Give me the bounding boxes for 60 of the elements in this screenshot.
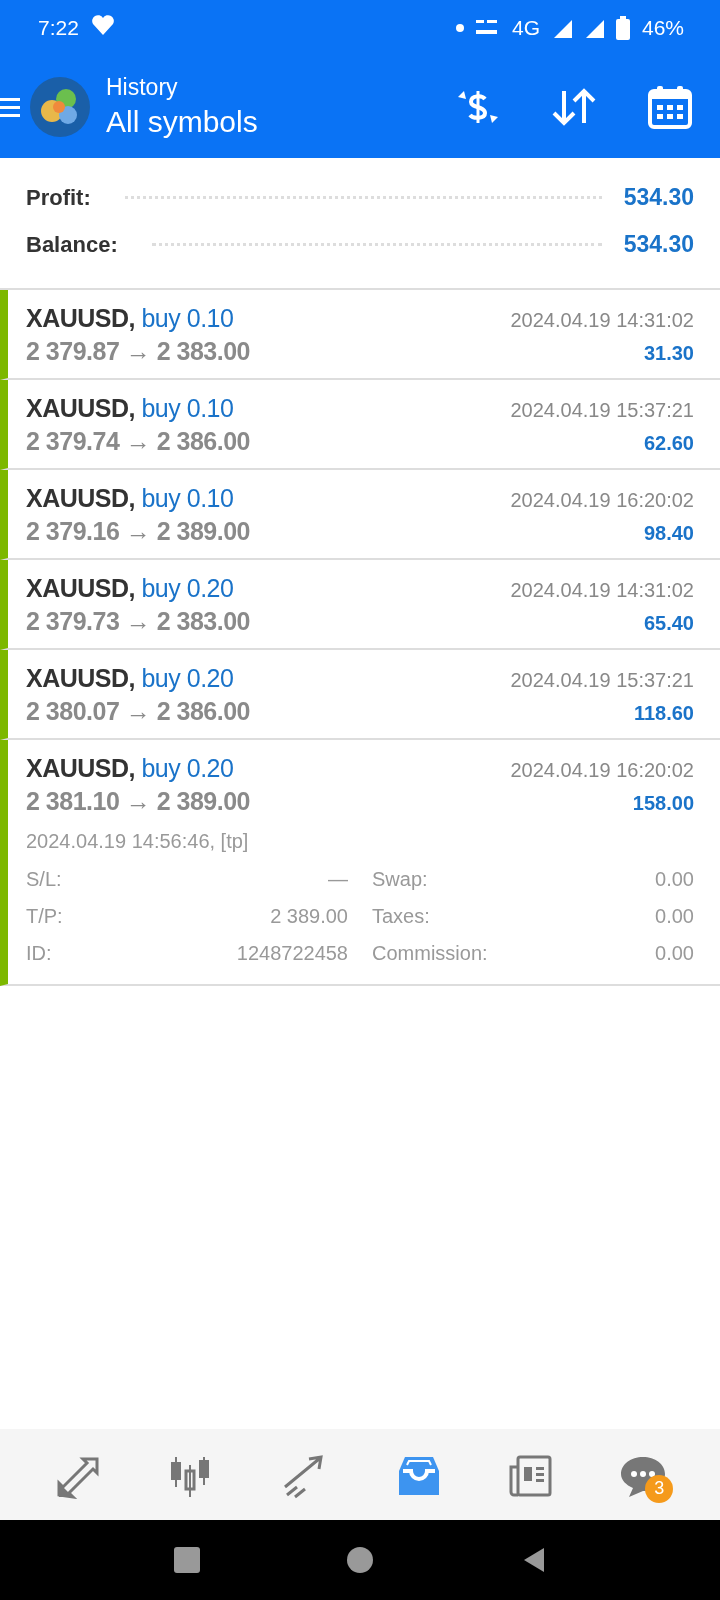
- menu-icon: [0, 95, 20, 118]
- deal-time: 2024.04.19 15:37:21: [510, 669, 694, 692]
- deal-time: 2024.04.19 14:31:02: [510, 579, 694, 602]
- deal-time: 2024.04.19 16:20:02: [510, 759, 694, 782]
- deal-row[interactable]: XAUUSD, buy 0.10 2024.04.19 16:20:02 2 379.16 → 2 389.00 98.40: [0, 470, 720, 560]
- detail-label: Taxes:: [372, 905, 430, 928]
- deal-profit: 31.30: [643, 342, 694, 365]
- detail-value: 0.00: [655, 905, 694, 928]
- detail-label: Commission:: [372, 942, 488, 965]
- deal-profit: 98.40: [643, 522, 694, 545]
- deal-title: XAUUSD, buy 0.10: [26, 484, 234, 513]
- deal-prices: 2 380.07 → 2 386.00: [26, 697, 251, 726]
- deal-title: XAUUSD, buy 0.20: [26, 664, 234, 693]
- detail-label: ID:: [26, 942, 52, 965]
- summary-label: Profit:: [26, 184, 91, 211]
- summary-value: 534.30: [623, 231, 694, 258]
- clock: 7:22: [38, 15, 79, 40]
- deal-profit: 65.40: [643, 612, 694, 635]
- detail-label: T/P:: [26, 905, 63, 928]
- detail-value: 0.00: [655, 942, 694, 965]
- deal-title: XAUUSD, buy 0.10: [26, 304, 234, 333]
- network-type: 4G: [511, 15, 540, 40]
- deal-title: XAUUSD, buy 0.10: [26, 394, 234, 423]
- symbol-filter[interactable]: All symbols: [106, 105, 454, 139]
- deal-time: 2024.04.19 15:37:21: [510, 399, 694, 422]
- deal-prices: 2 379.16 → 2 389.00: [26, 517, 251, 546]
- summary-label: Balance:: [26, 231, 118, 258]
- battery-icon: [615, 15, 630, 40]
- summary-value: 534.30: [623, 184, 694, 211]
- deal-prices: 2 381.10 → 2 389.00: [26, 787, 251, 816]
- deal-row[interactable]: XAUUSD, buy 0.10 2024.04.19 14:31:02 2 379.87 → 2 383.00 31.30: [0, 290, 720, 380]
- app-logo-icon: [30, 76, 90, 137]
- deal-title: XAUUSD, buy 0.20: [26, 574, 234, 603]
- deal-row[interactable]: XAUUSD, buy 0.10 2024.04.19 15:37:21 2 379.74 → 2 386.00 62.60: [0, 380, 720, 470]
- detail-label: Swap:: [372, 868, 428, 891]
- deal-prices: 2 379.73 → 2 383.00: [26, 607, 251, 636]
- deal-profit: 62.60: [643, 432, 694, 455]
- dot-icon: [455, 23, 464, 32]
- detail-label: S/L:: [26, 868, 62, 891]
- deal-title: XAUUSD, buy 0.20: [26, 754, 234, 783]
- deal-profit: 158.00: [632, 792, 694, 815]
- deal-time: 2024.04.19 16:20:02: [510, 489, 694, 512]
- detail-value: 2 389.00: [270, 905, 348, 928]
- detail-value: —: [328, 868, 348, 891]
- notification-badge: 3: [645, 1474, 674, 1503]
- deal-row[interactable]: XAUUSD, buy 0.20 2024.04.19 16:20:02 2 381.10 → 2 389.00 158.00 2024.04.19 14:56:46, [tp] S/L: — Swap: 0.00 T/P: 2 389.00 Taxes: 0.00 ID: 1248722458 Commission: 0.00: [0, 740, 720, 986]
- detail-value: 1248722458: [236, 942, 348, 965]
- deal-time: 2024.04.19 14:31:02: [510, 309, 694, 332]
- screen-title: History: [106, 74, 179, 101]
- deal-row[interactable]: XAUUSD, buy 0.20 2024.04.19 15:37:21 2 380.07 → 2 386.00 118.60: [0, 650, 720, 740]
- deal-prices: 2 379.87 → 2 383.00: [26, 337, 251, 366]
- heart-icon: [90, 14, 115, 36]
- battery-level: 46%: [641, 15, 684, 40]
- detail-value: 0.00: [655, 868, 694, 891]
- deal-profit: 118.60: [633, 702, 694, 725]
- recents-button[interactable]: [171, 1545, 202, 1575]
- deal-row[interactable]: XAUUSD, buy 0.20 2024.04.19 14:31:02 2 379.73 → 2 383.00 65.40: [0, 560, 720, 650]
- deal-open-info: 2024.04.19 14:56:46, [tp]: [26, 830, 250, 853]
- home-button[interactable]: [345, 1545, 375, 1575]
- deal-prices: 2 379.74 → 2 386.00: [26, 427, 251, 456]
